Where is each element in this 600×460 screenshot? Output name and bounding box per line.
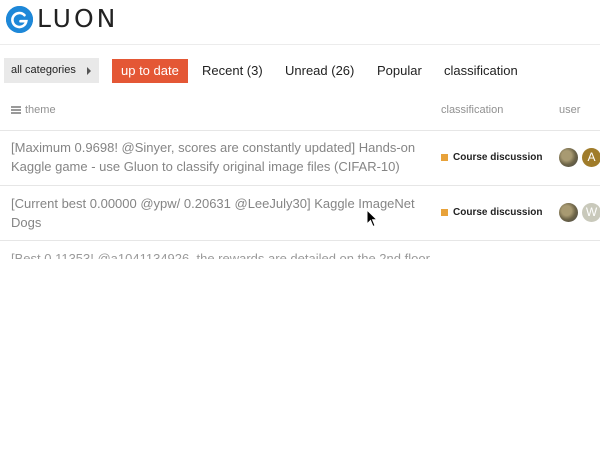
topic-title[interactable]: [Current best 0.00000 @ypw/ 0.20631 @Lee…	[11, 194, 421, 232]
category-color-square	[441, 154, 448, 161]
list-icon	[11, 106, 21, 114]
categories-dropdown[interactable]: all categories	[4, 58, 99, 83]
gluon-logo[interactable]: LUON	[6, 4, 118, 34]
header-theme-label: theme	[25, 104, 56, 116]
topic-title-partial[interactable]: [Best 0.11353! @a1041134926, the rewards…	[11, 249, 441, 259]
tab-popular[interactable]: Popular	[377, 59, 422, 83]
tab-classification[interactable]: classification	[444, 59, 518, 83]
table-row[interactable]: [Current best 0.00000 @ypw/ 0.20631 @Lee…	[0, 186, 600, 240]
category-badge[interactable]: Course discussion	[441, 152, 542, 163]
partial-title-text: [Best 0.11353! @a1041134926, the rewards…	[11, 251, 430, 259]
mouse-cursor-icon	[366, 208, 379, 233]
table-row[interactable]: [Maximum 0.9698! @Sinyer, scores are con…	[0, 131, 600, 185]
header-theme[interactable]: theme	[11, 104, 56, 116]
header-user[interactable]: user	[559, 104, 580, 116]
topic-title[interactable]: [Maximum 0.9698! @Sinyer, scores are con…	[11, 138, 421, 176]
category-label: Course discussion	[453, 207, 543, 218]
category-color-square	[441, 209, 448, 216]
header-divider	[0, 44, 600, 45]
category-label: Course discussion	[453, 152, 543, 163]
row-divider	[0, 240, 600, 241]
tab-unread[interactable]: Unread (26)	[285, 59, 354, 83]
caret-right-icon	[87, 67, 91, 75]
navigation-bar: all categories up to date Recent (3) Unr…	[0, 57, 600, 87]
site-header: LUON	[0, 0, 600, 44]
avatar[interactable]	[559, 203, 578, 222]
avatar[interactable]: A	[582, 148, 600, 167]
logo-g-mark	[6, 5, 33, 33]
avatar[interactable]	[559, 148, 578, 167]
avatar[interactable]: W	[582, 203, 600, 222]
category-badge[interactable]: Course discussion	[441, 207, 542, 218]
header-classification[interactable]: classification	[441, 104, 503, 116]
topic-list-header: theme classification user	[0, 104, 600, 120]
tab-up-to-date[interactable]: up to date	[112, 59, 188, 83]
categories-label: all categories	[11, 64, 76, 76]
logo-text: LUON	[37, 4, 119, 33]
tab-recent[interactable]: Recent (3)	[202, 59, 263, 83]
